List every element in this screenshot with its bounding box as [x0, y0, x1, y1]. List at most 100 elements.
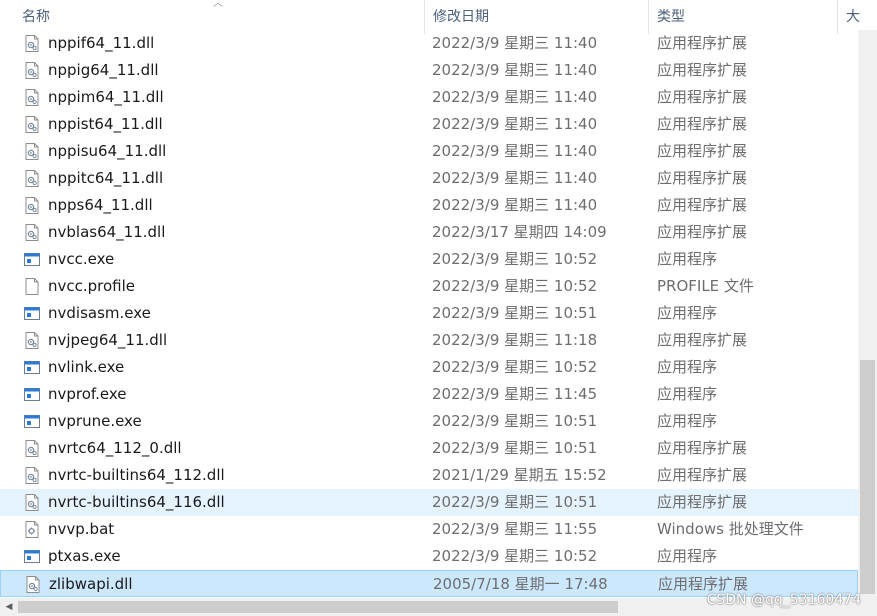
file-name: nvlink.exe: [48, 358, 125, 376]
file-modified-date: 2022/3/9 星期三 11:40: [432, 115, 598, 133]
file-row[interactable]: nvcc.exe 2022/3/9 星期三 10:52 应用程序: [0, 246, 858, 273]
file-type: 应用程序扩展: [657, 331, 748, 349]
file-row[interactable]: nppig64_11.dll 2022/3/9 星期三 11:40 应用程序扩展: [0, 57, 858, 84]
file-row[interactable]: nvcc.profile 2022/3/9 星期三 10:52 PROFILE 文件: [0, 273, 858, 300]
file-modified-date: 2005/7/18 星期一 17:48: [433, 575, 608, 593]
file-row[interactable]: nvrtc-builtins64_116.dll 2022/3/9 星期三 10:…: [0, 489, 858, 516]
bat-icon: [24, 521, 40, 538]
dll-icon: [24, 224, 40, 241]
file-name: zlibwapi.dll: [49, 575, 133, 593]
file-type: PROFILE 文件: [657, 277, 754, 295]
dll-icon: [24, 467, 40, 484]
file-type: 应用程序扩展: [657, 61, 748, 79]
file-row[interactable]: nvjpeg64_11.dll 2022/3/9 星期三 11:18 应用程序扩展: [0, 327, 858, 354]
dll-icon: [24, 89, 40, 106]
file-modified-date: 2022/3/9 星期三 10:51: [432, 304, 598, 322]
file-row[interactable]: nvrtc64_112_0.dll 2022/3/9 星期三 10:51 应用程序扩…: [0, 435, 858, 462]
file-type: 应用程序扩展: [657, 142, 748, 160]
file-name: nvblas64_11.dll: [48, 223, 166, 241]
exe-icon: [24, 548, 40, 565]
file-type: 应用程序: [657, 412, 718, 430]
file-name: nvcc.profile: [48, 277, 136, 295]
exe-icon: [24, 305, 40, 322]
file-name: nvrtc-builtins64_116.dll: [48, 493, 225, 511]
dll-icon: [24, 332, 40, 349]
file-row[interactable]: nppist64_11.dll 2022/3/9 星期三 11:40 应用程序扩展: [0, 111, 858, 138]
vertical-scrollbar-thumb[interactable]: [860, 360, 875, 594]
file-type: 应用程序: [657, 547, 718, 565]
file-type: 应用程序: [657, 385, 718, 403]
file-row[interactable]: nvlink.exe 2022/3/9 星期三 10:52 应用程序: [0, 354, 858, 381]
file-type: 应用程序扩展: [657, 169, 748, 187]
file-row[interactable]: ptxas.exe 2022/3/9 星期三 10:52 应用程序: [0, 543, 858, 570]
file-modified-date: 2022/3/9 星期三 10:52: [432, 250, 598, 268]
file-row[interactable]: nppitc64_11.dll 2022/3/9 星期三 11:40 应用程序扩展: [0, 165, 858, 192]
watermark: CSDN @qq_53160474: [706, 592, 861, 608]
file-type: 应用程序扩展: [657, 493, 748, 511]
file-type: 应用程序扩展: [657, 223, 748, 241]
column-header-size[interactable]: 大: [837, 0, 877, 34]
file-row[interactable]: nppisu64_11.dll 2022/3/9 星期三 11:40 应用程序扩展: [0, 138, 858, 165]
file-type: 应用程序: [657, 358, 718, 376]
sort-ascending-icon: ︿: [213, 0, 223, 9]
scroll-left-arrow-icon[interactable]: ◀: [0, 598, 18, 616]
file-row[interactable]: nppif64_11.dll 2022/3/9 星期三 11:40 应用程序扩展: [0, 30, 858, 57]
file-modified-date: 2022/3/9 星期三 10:51: [432, 493, 598, 511]
file-type: 应用程序: [657, 250, 718, 268]
file-modified-date: 2022/3/9 星期三 11:40: [432, 169, 598, 187]
dll-icon: [24, 143, 40, 160]
file-type: 应用程序扩展: [657, 466, 748, 484]
exe-icon: [24, 359, 40, 376]
dll-icon: [25, 576, 41, 593]
vertical-scrollbar[interactable]: [858, 30, 877, 598]
column-header-date[interactable]: 修改日期: [424, 0, 649, 34]
file-name: nppif64_11.dll: [48, 34, 155, 52]
file-modified-date: 2022/3/9 星期三 11:40: [432, 34, 598, 52]
file-name: nvrtc-builtins64_112.dll: [48, 466, 225, 484]
dll-icon: [24, 35, 40, 52]
file-name: nvjpeg64_11.dll: [48, 331, 168, 349]
file-name: ptxas.exe: [48, 547, 121, 565]
column-header: 名称 ︿ 修改日期 类型 大: [0, 0, 877, 34]
file-name: nvcc.exe: [48, 250, 115, 268]
file-name: nppim64_11.dll: [48, 88, 164, 106]
file-name: nvrtc64_112_0.dll: [48, 439, 182, 457]
file-row[interactable]: nvprune.exe 2022/3/9 星期三 10:51 应用程序: [0, 408, 858, 435]
file-row[interactable]: nvdisasm.exe 2022/3/9 星期三 10:51 应用程序: [0, 300, 858, 327]
file-modified-date: 2022/3/9 星期三 11:40: [432, 88, 598, 106]
exe-icon: [24, 413, 40, 430]
file-row[interactable]: nvvp.bat 2022/3/9 星期三 11:55 Windows 批处理文件: [0, 516, 858, 543]
file-name: nvprof.exe: [48, 385, 127, 403]
file-modified-date: 2022/3/17 星期四 14:09: [432, 223, 607, 241]
file-name: nvvp.bat: [48, 520, 115, 538]
dll-icon: [24, 197, 40, 214]
file-row[interactable]: npps64_11.dll 2022/3/9 星期三 11:40 应用程序扩展: [0, 192, 858, 219]
file-name: npps64_11.dll: [48, 196, 153, 214]
file-row[interactable]: nvrtc-builtins64_112.dll 2021/1/29 星期五 15…: [0, 462, 858, 489]
file-row[interactable]: nvblas64_11.dll 2022/3/17 星期四 14:09 应用程序扩展: [0, 219, 858, 246]
file-list: nppif64_11.dll 2022/3/9 星期三 11:40 应用程序扩展 np…: [0, 30, 858, 597]
file-modified-date: 2022/3/9 星期三 11:55: [432, 520, 598, 538]
file-name: nppist64_11.dll: [48, 115, 163, 133]
file-modified-date: 2022/3/9 星期三 10:52: [432, 277, 598, 295]
file-modified-date: 2022/3/9 星期三 10:51: [432, 412, 598, 430]
file-row[interactable]: nvprof.exe 2022/3/9 星期三 11:45 应用程序: [0, 381, 858, 408]
file-icon: [24, 278, 40, 295]
file-row[interactable]: nppim64_11.dll 2022/3/9 星期三 11:40 应用程序扩展: [0, 84, 858, 111]
file-modified-date: 2022/3/9 星期三 11:40: [432, 196, 598, 214]
file-modified-date: 2022/3/9 星期三 10:52: [432, 547, 598, 565]
file-modified-date: 2022/3/9 星期三 11:18: [432, 331, 598, 349]
column-header-type[interactable]: 类型: [648, 0, 838, 34]
file-name: nppitc64_11.dll: [48, 169, 164, 187]
exe-icon: [24, 386, 40, 403]
dll-icon: [24, 62, 40, 79]
file-name: nppig64_11.dll: [48, 61, 159, 79]
file-modified-date: 2022/3/9 星期三 11:45: [432, 385, 598, 403]
file-modified-date: 2022/3/9 星期三 11:40: [432, 142, 598, 160]
file-type: 应用程序扩展: [657, 439, 748, 457]
horizontal-scrollbar-thumb[interactable]: [18, 601, 618, 613]
file-name: nvprune.exe: [48, 412, 142, 430]
file-type: 应用程序扩展: [657, 34, 748, 52]
file-explorer: 名称 ︿ 修改日期 类型 大 nppif64_11.dll 2022/3/9 星期…: [0, 0, 877, 616]
file-modified-date: 2022/3/9 星期三 10:51: [432, 439, 598, 457]
